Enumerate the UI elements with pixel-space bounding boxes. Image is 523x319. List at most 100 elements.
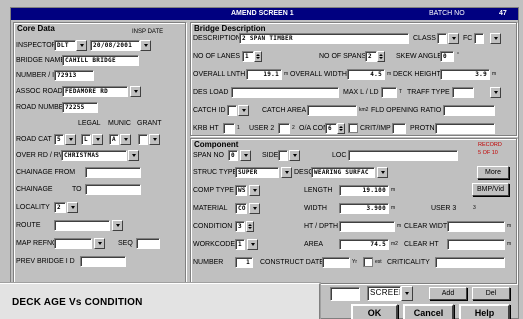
inspector-field[interactable]: DLT xyxy=(54,40,76,51)
workcode-field[interactable]: 1 xyxy=(235,239,245,250)
catch-id-dropdown-button[interactable] xyxy=(238,105,249,116)
condition-field[interactable]: 3 xyxy=(235,221,245,232)
span-no-dropdown-button[interactable] xyxy=(240,150,251,161)
more-button[interactable]: More xyxy=(477,166,509,179)
over-rd-dropdown-button[interactable] xyxy=(128,150,139,161)
legal-field[interactable]: L xyxy=(81,134,91,145)
des-load-field[interactable] xyxy=(231,87,339,98)
area-field[interactable]: 74.5 xyxy=(339,239,389,250)
construct-date-field[interactable] xyxy=(322,257,350,268)
span-no-field[interactable]: 0 xyxy=(228,150,238,161)
screen-select[interactable]: SCREEN 1 xyxy=(367,286,401,301)
side-field[interactable] xyxy=(278,150,288,161)
construct-est-checkbox[interactable] xyxy=(363,257,373,267)
legal-dropdown-button[interactable] xyxy=(92,134,103,145)
krb-ht-field[interactable] xyxy=(223,123,235,134)
insp-date-field[interactable]: 20/08/2001 xyxy=(90,40,140,51)
bmp-vid-button[interactable]: BMP/Vid xyxy=(472,183,509,196)
cancel-button[interactable]: Cancel xyxy=(403,304,454,319)
fc-field[interactable] xyxy=(474,33,484,44)
width-field[interactable]: 3.900 xyxy=(339,203,389,214)
skew-angle-field[interactable]: 0 xyxy=(440,51,454,62)
traff-type-field[interactable] xyxy=(452,87,474,98)
class-field[interactable] xyxy=(437,33,447,44)
user2-field[interactable] xyxy=(278,123,290,134)
overall-length-field[interactable]: 19.1 xyxy=(246,69,282,80)
chevron-down-icon xyxy=(252,207,257,210)
ok-button[interactable]: OK xyxy=(351,304,398,319)
oa-con-checkbox[interactable] xyxy=(348,123,358,133)
bridge-name-field[interactable]: CAHILL BRIDGE xyxy=(62,55,139,66)
clear-ht-field[interactable] xyxy=(447,239,505,250)
lanes-spinner[interactable] xyxy=(254,51,262,62)
oa-con-field[interactable]: 6 xyxy=(325,123,337,134)
material-field[interactable]: CO xyxy=(235,203,247,214)
add-button[interactable]: Add xyxy=(429,287,467,300)
deck-height-field[interactable]: 3.9 xyxy=(440,69,490,80)
comp-type-dropdown-button[interactable] xyxy=(249,185,260,196)
loc-field[interactable] xyxy=(348,150,458,161)
length-field[interactable]: 19.100 xyxy=(339,185,389,196)
struc-type-dropdown-button[interactable] xyxy=(281,167,292,178)
road-cat-dropdown-button[interactable] xyxy=(65,134,76,145)
workcode-dropdown-button[interactable] xyxy=(247,239,258,250)
map-refno-field[interactable] xyxy=(54,238,92,249)
chainage-from-field[interactable] xyxy=(85,167,141,178)
route-field[interactable] xyxy=(54,220,110,231)
map-refno-dropdown-button[interactable] xyxy=(94,238,105,249)
fld-opening-ratio-field[interactable] xyxy=(443,105,495,116)
struc-type-field[interactable]: SUPER xyxy=(235,167,279,178)
lanes-label: NO OF LANES xyxy=(193,53,241,60)
oa-con-spinner[interactable] xyxy=(337,123,345,134)
ht-depth-field[interactable] xyxy=(339,221,395,232)
del-button[interactable]: Del xyxy=(472,287,510,300)
crit-imp-field[interactable] xyxy=(392,123,406,134)
grant-dropdown-button[interactable] xyxy=(149,134,160,145)
over-rd-field[interactable]: CHRISTMAS xyxy=(61,150,127,161)
number-id-field[interactable]: 72913 xyxy=(54,70,94,81)
spans-field[interactable]: 2 xyxy=(365,51,377,62)
deck-age-condition-popup[interactable]: DECK AGE Vs CONDITION xyxy=(0,283,320,319)
grant-field[interactable] xyxy=(138,134,148,145)
assoc-road-field[interactable]: FEDAMORE RD xyxy=(62,86,128,97)
munic-field[interactable]: A xyxy=(109,134,119,145)
locality-dropdown-button[interactable] xyxy=(67,202,78,213)
chevron-down-icon xyxy=(70,206,75,209)
class-dropdown-button[interactable] xyxy=(448,33,459,44)
munic-dropdown-button[interactable] xyxy=(120,134,131,145)
max-load-field[interactable] xyxy=(381,87,397,98)
desc-dropdown-button[interactable] xyxy=(377,167,388,178)
seq-field[interactable] xyxy=(136,238,160,249)
protn-field[interactable] xyxy=(435,123,495,134)
criticality-field[interactable] xyxy=(435,257,505,268)
material-dropdown-button[interactable] xyxy=(249,203,260,214)
road-cat-field[interactable]: 5 xyxy=(54,134,64,145)
prev-bridge-field[interactable] xyxy=(80,256,126,267)
lanes-field[interactable]: 1 xyxy=(242,51,254,62)
condition-spinner[interactable] xyxy=(246,221,254,232)
clear-width-field[interactable] xyxy=(447,221,505,232)
side-dropdown-button[interactable] xyxy=(289,150,300,161)
bottom-left-field[interactable] xyxy=(330,287,360,301)
insp-date-dropdown-button[interactable] xyxy=(140,40,151,51)
traff-type-dropdown-button[interactable] xyxy=(490,87,501,98)
crit-imp-label: CRIT/IMP xyxy=(360,125,391,132)
component-group: Component RECORD 5 OF 10 SPAN NO 0 SIDE … xyxy=(190,138,517,284)
assoc-road-dropdown-button[interactable] xyxy=(130,86,141,97)
road-number-field[interactable]: 72255 xyxy=(62,102,98,113)
comp-type-field[interactable]: WS xyxy=(235,185,247,196)
route-dropdown-button[interactable] xyxy=(112,220,123,231)
catch-area-field[interactable] xyxy=(307,105,357,116)
inspector-dropdown-button[interactable] xyxy=(76,40,87,51)
locality-field[interactable]: 2 xyxy=(54,202,66,213)
spans-spinner[interactable] xyxy=(377,51,385,62)
desc-field[interactable]: WEARING SURFAC xyxy=(311,167,375,178)
number-field[interactable]: 1 xyxy=(235,257,253,268)
screen-select-dropdown-button[interactable] xyxy=(401,286,413,301)
description-field[interactable]: 2 SPAN TIMBER xyxy=(239,33,409,44)
overall-width-field[interactable]: 4.5 xyxy=(347,69,385,80)
help-button[interactable]: Help xyxy=(459,304,510,319)
catch-id-field[interactable] xyxy=(227,105,237,116)
chainage-to-field[interactable] xyxy=(85,184,141,195)
fc-dropdown-button[interactable] xyxy=(490,33,501,44)
